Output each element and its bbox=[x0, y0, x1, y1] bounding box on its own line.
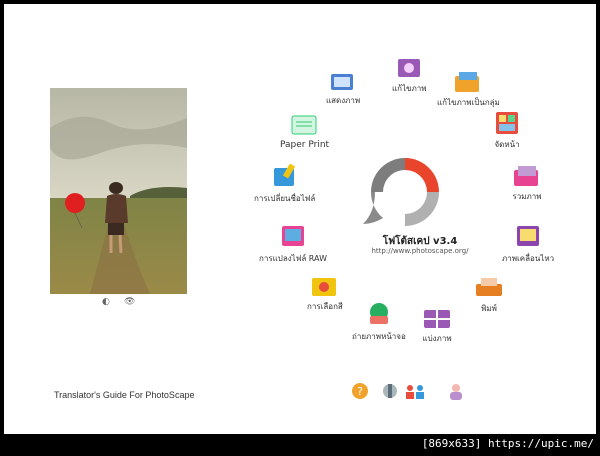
menu-splitter-label: แบ่งภาพ bbox=[422, 334, 452, 343]
page-icon bbox=[496, 112, 518, 134]
menu-viewer-label: แสดงภาพ bbox=[326, 96, 361, 105]
printer-icon bbox=[476, 278, 502, 296]
menu-color-picker[interactable]: การเลือกสี bbox=[307, 274, 343, 313]
color-picker-icon bbox=[311, 278, 336, 296]
about-icon[interactable] bbox=[446, 381, 466, 405]
menu-page-label: จัดหน้า bbox=[494, 140, 520, 149]
sample-photo bbox=[50, 88, 187, 294]
rename-icon bbox=[273, 164, 295, 186]
menu-screen-capture-label: ถ่ายภาพหน้าจอ bbox=[352, 332, 406, 341]
menu-animated-gif-label: ภาพเคลื่อนไหว bbox=[502, 254, 555, 263]
menu-raw-converter-label: การแปลงไฟล์ RAW bbox=[259, 254, 327, 263]
app-window: ◐ 👁 Translator's Guide For PhotoScape โฟ… bbox=[4, 4, 596, 434]
paper-print-icon bbox=[291, 115, 317, 135]
menu-rename-label: การเปลี่ยนชื่อไฟล์ bbox=[254, 194, 316, 203]
photoscape-logo bbox=[359, 152, 451, 236]
viewer-icon bbox=[331, 74, 354, 90]
menu-combine-label: รวมภาพ bbox=[512, 192, 542, 201]
app-url[interactable]: http://www.photoscape.org/ bbox=[356, 247, 484, 255]
animated-gif-icon bbox=[517, 226, 540, 246]
raw-converter-icon bbox=[282, 226, 304, 246]
menu-paper-print[interactable]: Paper Print bbox=[280, 110, 329, 150]
menu-raw-converter[interactable]: การแปลงไฟล์ RAW bbox=[259, 224, 327, 265]
menu-batch-editor-label: แก้ไขภาพเป็นกลุ่ม bbox=[437, 98, 500, 107]
menu-paper-print-label: Paper Print bbox=[280, 140, 330, 150]
menu-print-label: พิมพ์ bbox=[481, 304, 497, 313]
menu-viewer[interactable]: แสดงภาพ bbox=[326, 70, 360, 107]
rotate-icon[interactable]: ◐ bbox=[102, 297, 110, 307]
menu-page[interactable]: จัดหน้า bbox=[492, 110, 522, 151]
combine-icon bbox=[514, 166, 538, 186]
screen-capture-icon bbox=[369, 303, 388, 324]
watermark-bar: [869x633] https://upic.me/ bbox=[0, 434, 600, 456]
menu-combine[interactable]: รวมภาพ bbox=[512, 164, 542, 203]
batch-editor-icon bbox=[455, 72, 480, 92]
menu-batch-editor[interactable]: แก้ไขภาพเป็นกลุ่ม bbox=[437, 70, 500, 109]
menu-rename[interactable]: การเปลี่ยนชื่อไฟล์ bbox=[254, 164, 315, 205]
menu-editor[interactable]: แก้ไขภาพ bbox=[392, 56, 427, 95]
menu-screen-capture[interactable]: ถ่ายภาพหน้าจอ bbox=[352, 300, 406, 343]
tools-icon[interactable] bbox=[380, 381, 400, 405]
menu-splitter[interactable]: แบ่งภาพ bbox=[422, 306, 452, 345]
menu-editor-label: แก้ไขภาพ bbox=[392, 84, 427, 93]
help-icon[interactable]: ? bbox=[350, 381, 370, 405]
translator-guide-link[interactable]: Translator's Guide For PhotoScape bbox=[54, 390, 194, 400]
watermark-text: [869x633] https://upic.me/ bbox=[421, 437, 594, 450]
editor-icon bbox=[398, 59, 421, 77]
preview-icon[interactable]: 👁 bbox=[124, 297, 135, 307]
menu-animated-gif[interactable]: ภาพเคลื่อนไหว bbox=[502, 224, 554, 265]
users-icon[interactable] bbox=[404, 381, 426, 405]
menu-print[interactable]: พิมพ์ bbox=[474, 276, 504, 315]
svg-text:?: ? bbox=[357, 385, 363, 398]
menu-color-picker-label: การเลือกสี bbox=[307, 302, 343, 311]
splitter-icon bbox=[424, 310, 450, 328]
